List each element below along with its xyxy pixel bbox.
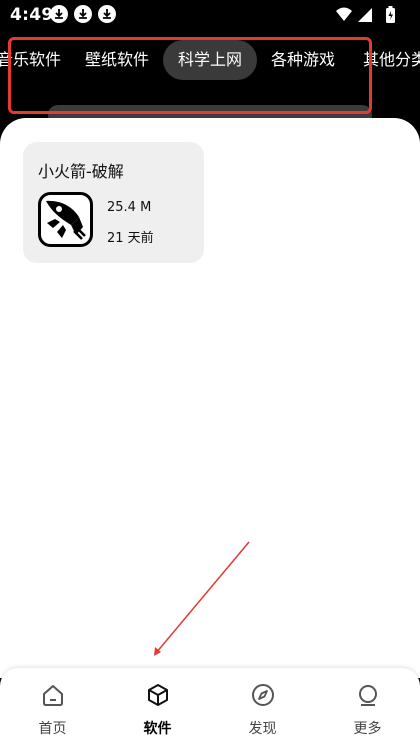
status-bar: 4:49 bbox=[0, 0, 420, 30]
box-icon bbox=[148, 684, 168, 706]
download-icon bbox=[74, 5, 92, 23]
nav-label: 首页 bbox=[38, 721, 67, 737]
more-icon bbox=[359, 685, 377, 706]
nav-item-discover[interactable]: 发现 bbox=[210, 668, 315, 747]
rocket-icon bbox=[38, 192, 93, 247]
status-time: 4:49 bbox=[10, 5, 54, 25]
signal-icon bbox=[358, 8, 372, 22]
annotation-highlight-box bbox=[8, 37, 372, 114]
app-list: 小火箭-破解 25.4 M 21 天前 bbox=[0, 118, 420, 678]
app-card[interactable]: 小火箭-破解 25.4 M 21 天前 bbox=[23, 142, 204, 263]
battery-icon bbox=[386, 6, 395, 23]
app-size: 25.4 M bbox=[107, 200, 152, 215]
app-name: 小火箭-破解 bbox=[38, 162, 124, 181]
nav-label: 更多 bbox=[353, 721, 382, 737]
download-icon bbox=[50, 5, 68, 23]
compass-icon bbox=[252, 684, 274, 706]
download-icon bbox=[98, 5, 116, 23]
app-updated: 21 天前 bbox=[107, 231, 154, 246]
status-icons bbox=[336, 6, 395, 23]
nav-item-home[interactable]: 首页 bbox=[0, 668, 105, 747]
nav-item-more[interactable]: 更多 bbox=[315, 668, 420, 747]
category-tab-bar: 音乐软件 壁纸软件 科学上网 各种游戏 其他分类 bbox=[0, 30, 420, 120]
home-icon bbox=[43, 685, 63, 706]
bottom-nav: 首页 软件 发现 更多 bbox=[0, 668, 420, 747]
nav-item-software[interactable]: 软件 bbox=[105, 668, 210, 747]
wifi-icon bbox=[336, 7, 352, 21]
nav-label: 发现 bbox=[248, 721, 277, 737]
nav-label: 软件 bbox=[143, 721, 172, 737]
